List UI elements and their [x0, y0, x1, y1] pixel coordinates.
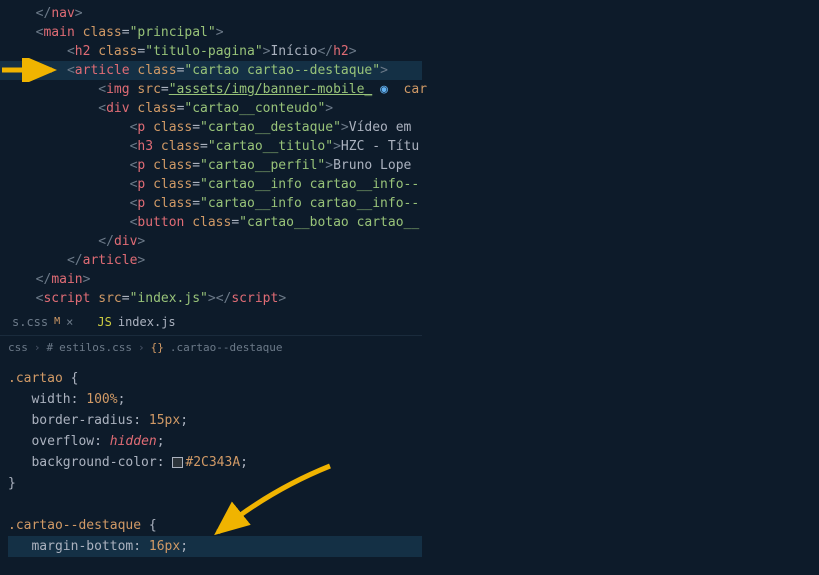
hash-icon: # — [47, 341, 54, 354]
code-line[interactable]: .cartao--destaque { — [8, 515, 422, 536]
tab-bar: s.css M × JS index.js — [0, 308, 422, 336]
modified-indicator: M — [54, 316, 60, 327]
braces-icon: {} — [151, 341, 164, 354]
code-line[interactable]: overflow: hidden; — [8, 431, 422, 452]
eye-icon: ◉ — [380, 82, 388, 97]
code-line-highlighted[interactable]: margin-bottom: 16px; — [8, 536, 422, 557]
code-line[interactable]: <h2 class="titulo-pagina">Início</h2> — [0, 42, 422, 61]
breadcrumb-segment[interactable]: estilos.css — [59, 341, 132, 354]
code-line[interactable]: <button class="cartao__botao cartao__ — [0, 213, 422, 232]
chevron-right-icon: › — [138, 341, 145, 354]
code-line[interactable]: <p class="cartao__info cartao__info-- — [0, 175, 422, 194]
code-line[interactable]: border-radius: 15px; — [8, 410, 422, 431]
tab-label: index.js — [118, 315, 176, 329]
code-line[interactable]: </main> — [0, 270, 422, 289]
code-line[interactable]: background-color: #2C343A; — [8, 452, 422, 473]
code-line[interactable]: <script src="index.js"></script> — [0, 289, 422, 308]
code-line-highlighted[interactable]: <article class="cartao cartao--destaque"… — [0, 61, 422, 80]
html-code-block[interactable]: </nav> <main class="principal"> <h2 clas… — [0, 0, 422, 308]
editor-area: </nav> <main class="principal"> <h2 clas… — [0, 0, 422, 575]
code-line[interactable]: </nav> — [0, 4, 422, 23]
breadcrumb-segment[interactable]: .cartao--destaque — [170, 341, 283, 354]
chevron-right-icon: › — [34, 341, 41, 354]
breadcrumb-segment[interactable]: css — [8, 341, 28, 354]
close-icon[interactable]: × — [66, 315, 73, 329]
code-line[interactable]: <p class="cartao__destaque">Vídeo em — [0, 118, 422, 137]
code-line[interactable]: <p class="cartao__perfil">Bruno Lope — [0, 156, 422, 175]
js-icon: JS — [97, 315, 111, 329]
code-line[interactable]: <h3 class="cartao__titulo">HZC - Títu — [0, 137, 422, 156]
code-line[interactable]: <main class="principal"> — [0, 23, 422, 42]
code-line[interactable]: <div class="cartao__conteudo"> — [0, 99, 422, 118]
tab-css[interactable]: s.css M × — [0, 311, 85, 333]
code-line[interactable]: <img src="assets/img/banner-mobile_ ◉ ca… — [0, 80, 422, 99]
code-line[interactable]: <p class="cartao__info cartao__info-- — [0, 194, 422, 213]
code-line[interactable]: width: 100%; — [8, 389, 422, 410]
breadcrumb: css › # estilos.css › {} .cartao--destaq… — [0, 336, 422, 358]
color-swatch[interactable] — [172, 457, 183, 468]
tab-js[interactable]: JS index.js — [85, 311, 187, 333]
code-line[interactable]: .cartao { — [8, 368, 422, 389]
tab-label: s.css — [12, 315, 48, 329]
code-line[interactable]: } — [8, 473, 422, 494]
code-line[interactable]: </div> — [0, 232, 422, 251]
css-code-block[interactable]: .cartao { width: 100%; border-radius: 15… — [0, 358, 422, 557]
code-line[interactable]: </article> — [0, 251, 422, 270]
code-line[interactable] — [8, 494, 422, 515]
